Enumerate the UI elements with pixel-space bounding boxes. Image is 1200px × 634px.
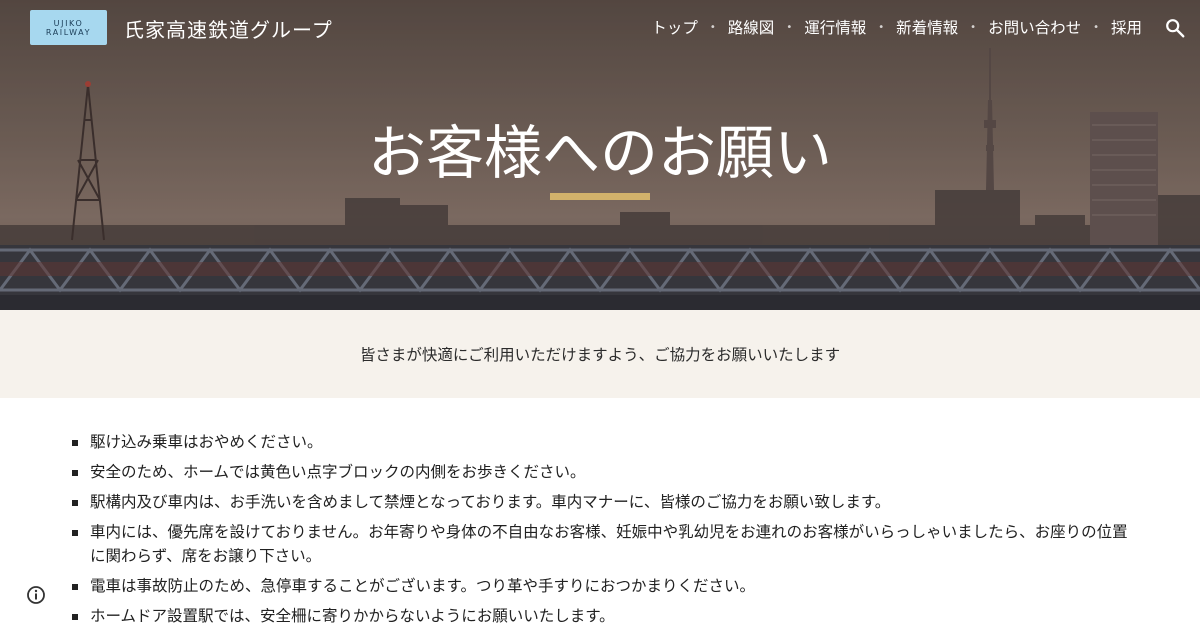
nav-separator: •: [786, 21, 793, 33]
list-item: 車内には、優先席を設けておりません。お年寄りや身体の不自由なお客様、妊娠中や乳幼…: [70, 520, 1140, 568]
logo-text-line2: RAILWAY: [45, 27, 92, 37]
nav-item-news[interactable]: 新着情報: [896, 16, 958, 38]
list-item: 駅構内及び車内は、お手洗いを含めまして禁煙となっております。車内マナーに、皆様の…: [70, 490, 1140, 514]
intro-text: 皆さまが快適にご利用いただけますよう、ご協力をお願いいたします: [359, 346, 841, 364]
list-item: 安全のため、ホームでは黄色い点字ブロックの内側をお歩きください。: [70, 460, 1140, 484]
list-item: 電車は事故防止のため、急停車することがございます。つり革や手すりにおつかまりくだ…: [70, 574, 1140, 598]
nav-item-recruit[interactable]: 採用: [1111, 16, 1142, 38]
nav-separator: •: [970, 21, 977, 33]
site-title[interactable]: 氏家高速鉄道グループ: [124, 14, 333, 43]
nav-item-contact[interactable]: お問い合わせ: [988, 16, 1081, 38]
nav-separator: •: [878, 21, 885, 33]
site-logo[interactable]: UJIKO RAILWAY: [30, 10, 107, 45]
info-icon[interactable]: [26, 585, 46, 605]
list-item: 駆け込み乗車はおやめください。: [70, 430, 1140, 454]
list-item: ホームドア設置駅では、安全柵に寄りかからないようにお願いいたします。: [70, 604, 1140, 628]
page-title: お客様へのお願い: [367, 119, 832, 187]
nav-separator: •: [709, 21, 716, 33]
search-icon[interactable]: [1164, 17, 1186, 39]
intro-band: 皆さまが快適にご利用いただけますよう、ご協力をお願いいたします: [0, 310, 1200, 398]
title-underline: [550, 193, 650, 200]
nav-item-service-info[interactable]: 運行情報: [804, 16, 866, 38]
nav-separator: •: [1093, 21, 1099, 33]
logo-text-line1: UJIKO: [53, 18, 84, 28]
top-navigation-bar: UJIKO RAILWAY 氏家高速鉄道グループ トップ • 路線図 • 運行情…: [0, 0, 1200, 56]
main-nav: トップ • 路線図 • 運行情報 • 新着情報 • お問い合わせ • 採用: [651, 16, 1142, 38]
nav-item-top[interactable]: トップ: [651, 16, 698, 38]
nav-item-route-map[interactable]: 路線図: [728, 16, 775, 38]
hero-banner: UJIKO RAILWAY 氏家高速鉄道グループ トップ • 路線図 • 運行情…: [0, 0, 1200, 310]
notice-list: 駆け込み乗車はおやめください。 安全のため、ホームでは黄色い点字ブロックの内側を…: [70, 430, 1140, 634]
